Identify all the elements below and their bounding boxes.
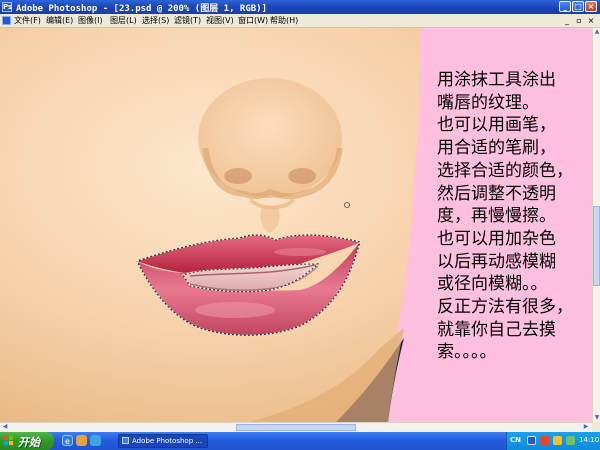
menu-file[interactable]: 文件(F) bbox=[14, 14, 41, 27]
menu-view[interactable]: 视图(V) bbox=[206, 14, 234, 27]
system-tray: CN 14:10 bbox=[506, 432, 600, 450]
doc-minimize-button[interactable]: _ bbox=[562, 16, 572, 25]
tray-app-icon[interactable] bbox=[527, 436, 536, 445]
photoshop-task-icon bbox=[122, 437, 129, 444]
annotation-line: 嘴唇的纹理。 bbox=[437, 92, 539, 113]
annotation-line: 以后再动感模糊 bbox=[437, 251, 556, 272]
menu-layer[interactable]: 图层(L) bbox=[110, 14, 137, 27]
annotation-line: 反正方法有很多， bbox=[437, 297, 573, 318]
annotation-line: 也可以用画笔， bbox=[437, 115, 556, 136]
tray-network-icon[interactable] bbox=[553, 436, 562, 445]
scroll-left-icon[interactable]: ◀ bbox=[1, 423, 9, 431]
image-canvas[interactable]: 用涂抹工具涂出 嘴唇的纹理。 也可以用画笔， 用合适的笔刷， 选择合适的颜色， … bbox=[0, 28, 592, 422]
doc-close-button[interactable]: × bbox=[586, 16, 596, 25]
tray-volume-icon[interactable] bbox=[566, 436, 575, 445]
menu-help[interactable]: 帮助(H) bbox=[270, 14, 298, 27]
language-indicator[interactable]: CN bbox=[510, 436, 521, 444]
windows-taskbar: 开始 e Adobe Photoshop ... CN 14:10 bbox=[0, 432, 600, 450]
ie-quicklaunch-icon[interactable]: e bbox=[62, 435, 73, 446]
menu-filter[interactable]: 滤镜(T) bbox=[174, 14, 201, 27]
annotation-line: 然后调整不透明 bbox=[437, 183, 556, 204]
horizontal-scrollbar[interactable]: ◀ ▶ bbox=[0, 422, 592, 432]
scroll-down-icon[interactable]: ▼ bbox=[593, 414, 600, 422]
annotation-line: 用合适的笔刷， bbox=[437, 138, 556, 159]
media-quicklaunch-icon[interactable] bbox=[90, 435, 101, 446]
tray-antivirus-icon[interactable] bbox=[540, 436, 549, 445]
annotation-line: 度，再慢慢擦。 bbox=[437, 206, 556, 227]
clock: 14:10 bbox=[579, 436, 600, 444]
menu-edit[interactable]: 编辑(E) bbox=[46, 14, 73, 27]
minimize-button[interactable]: _ bbox=[559, 1, 571, 12]
menu-bar: 文件(F) 编辑(E) 图像(I) 图层(L) 选择(S) 滤镜(T) 视图(V… bbox=[0, 14, 600, 28]
desktop-quicklaunch-icon[interactable] bbox=[76, 435, 87, 446]
windows-logo-icon bbox=[4, 436, 14, 446]
vertical-scrollbar[interactable]: ▲ ▼ bbox=[592, 28, 600, 422]
photoshop-app-icon[interactable]: Ps bbox=[2, 2, 12, 12]
horizontal-scroll-thumb[interactable] bbox=[236, 424, 356, 431]
window-title: Adobe Photoshop - [23.psd @ 200% (图层 1, … bbox=[16, 4, 267, 14]
document-icon[interactable] bbox=[2, 16, 11, 25]
start-label: 开始 bbox=[18, 436, 40, 449]
window-titlebar: Ps Adobe Photoshop - [23.psd @ 200% (图层 … bbox=[0, 0, 600, 14]
start-button[interactable]: 开始 bbox=[0, 432, 54, 450]
annotation-line: 也可以用加杂色 bbox=[437, 228, 556, 249]
annotation-line: 就靠你自己去摸 bbox=[437, 319, 556, 340]
maximize-button[interactable]: □ bbox=[572, 1, 584, 12]
close-button[interactable]: × bbox=[585, 1, 597, 12]
scroll-up-icon[interactable]: ▲ bbox=[593, 28, 600, 36]
annotation-line: 选择合适的颜色， bbox=[437, 160, 573, 181]
annotation-line: 索。。。。 bbox=[437, 342, 497, 363]
annotation-line: 或径向模糊。。 bbox=[437, 274, 548, 295]
doc-restore-button[interactable]: ▫ bbox=[574, 16, 584, 25]
tutorial-annotation: 用涂抹工具涂出 嘴唇的纹理。 也可以用画笔， 用合适的笔刷， 选择合适的颜色， … bbox=[437, 69, 582, 364]
menu-window[interactable]: 窗口(W) bbox=[238, 14, 268, 27]
menu-select[interactable]: 选择(S) bbox=[142, 14, 169, 27]
scroll-right-icon[interactable]: ▶ bbox=[582, 423, 590, 431]
annotation-line: 用涂抹工具涂出 bbox=[437, 70, 556, 90]
taskbar-photoshop-button[interactable]: Adobe Photoshop ... bbox=[118, 434, 208, 448]
task-label: Adobe Photoshop ... bbox=[132, 437, 203, 445]
menu-image[interactable]: 图像(I) bbox=[78, 14, 103, 27]
vertical-scroll-thumb[interactable] bbox=[593, 206, 600, 286]
